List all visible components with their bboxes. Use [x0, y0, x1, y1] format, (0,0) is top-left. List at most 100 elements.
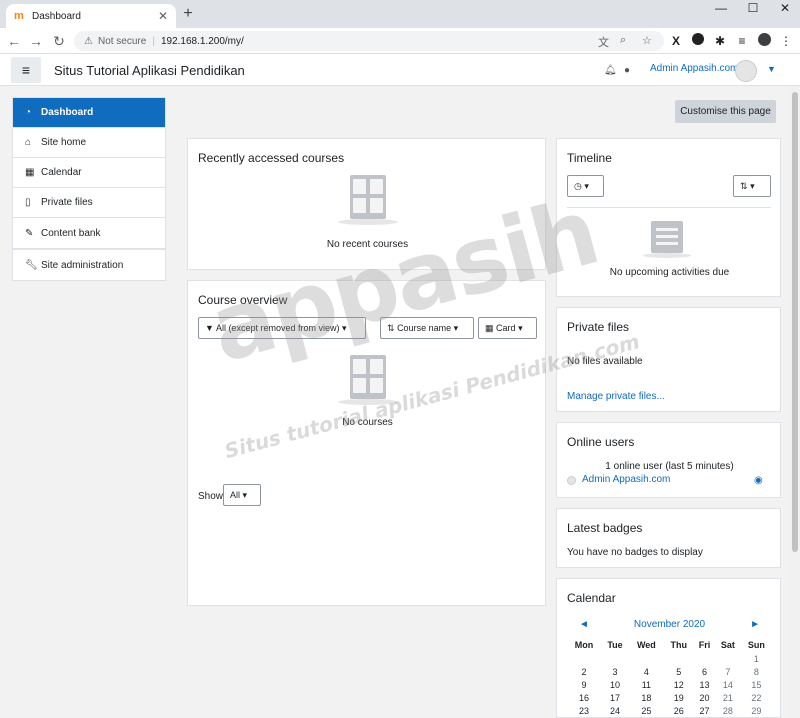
calendar-day[interactable]: 12 — [664, 678, 694, 691]
minimize-window-button[interactable]: — — [706, 0, 736, 18]
x-extension-icon[interactable]: X — [668, 33, 684, 49]
nav-drawer-admin: 🔧︎ Site administration — [12, 249, 166, 281]
sort-icon: ⇅ — [740, 181, 748, 191]
calendar-day[interactable]: 4 — [629, 665, 664, 678]
calendar-day[interactable]: 18 — [629, 691, 664, 704]
extensions-puzzle-icon[interactable]: ✱ — [712, 33, 728, 49]
calendar-day[interactable]: 19 — [664, 691, 694, 704]
sidebar-item-private-files[interactable]: ▯ Private files — [13, 188, 165, 218]
online-user-link[interactable]: Admin Appasih.com — [582, 474, 670, 485]
sidebar-item-label: Site administration — [41, 259, 124, 271]
calendar-week-row: 1 — [567, 652, 772, 665]
show-count-dropdown[interactable]: All ▾ — [223, 484, 261, 506]
course-sort-dropdown[interactable]: ⇅ Course name ▾ — [380, 317, 474, 339]
tab-title: Dashboard — [32, 10, 81, 22]
browser-tab-dashboard[interactable]: m Dashboard ✕ — [6, 4, 176, 28]
calendar-day[interactable]: 26 — [664, 704, 694, 717]
course-filter-dropdown[interactable]: ▼ All (except removed from view) ▾ — [198, 317, 366, 339]
calendar-month[interactable]: November 2020 — [634, 619, 705, 630]
timeline-filter-dropdown[interactable]: ◷ ▾ — [567, 175, 604, 197]
prev-month-arrow-icon[interactable]: ◄ — [579, 619, 589, 630]
calendar-day[interactable]: 22 — [741, 691, 772, 704]
bookmark-star-icon[interactable]: ☆ — [642, 34, 652, 47]
calendar-day[interactable]: 25 — [629, 704, 664, 717]
calendar-day — [629, 652, 664, 665]
calendar-day[interactable]: 11 — [629, 678, 664, 691]
course-overview-block: Course overview ▼ All (except removed fr… — [187, 280, 546, 606]
reload-button[interactable]: ↻ — [51, 33, 67, 49]
new-tab-button[interactable]: + — [180, 6, 196, 22]
maximize-window-button[interactable]: ☐ — [738, 0, 768, 18]
manage-private-files-link[interactable]: Manage private files... — [567, 391, 665, 402]
site-name[interactable]: Situs Tutorial Aplikasi Pendidikan — [54, 63, 245, 78]
close-window-button[interactable]: ✕ — [770, 0, 800, 18]
avatar[interactable] — [735, 60, 757, 82]
sidebar-item-content-bank[interactable]: ✎ Content bank — [13, 218, 165, 248]
chevron-down-icon[interactable]: ▼ — [767, 64, 776, 74]
timeline-sort-dropdown[interactable]: ⇅ ▾ — [733, 175, 771, 197]
reading-list-icon[interactable]: ≡ — [734, 33, 750, 49]
calendar-day — [664, 652, 694, 665]
back-button[interactable]: ← — [6, 33, 22, 49]
sidebar-item-site-home[interactable]: ⌂ Site home — [13, 128, 165, 158]
calendar-day[interactable]: 15 — [741, 678, 772, 691]
recent-courses-block: Recently accessed courses No recent cour… — [187, 138, 546, 270]
online-users-title: Online users — [567, 435, 635, 449]
zoom-icon[interactable]: ⌕ — [620, 34, 626, 47]
calendar-day[interactable]: 3 — [601, 665, 629, 678]
calendar-day[interactable]: 10 — [601, 678, 629, 691]
url-text: 192.168.1.200/my/ — [160, 35, 244, 47]
next-month-arrow-icon[interactable]: ► — [750, 619, 760, 630]
calendar-day[interactable]: 5 — [664, 665, 694, 678]
weekday-label: Fri — [698, 640, 711, 650]
calendar-day[interactable]: 16 — [567, 691, 601, 704]
calendar-day[interactable]: 13 — [694, 678, 715, 691]
dashboard-icon: ◔ — [25, 107, 32, 118]
sidebar-item-calendar[interactable]: ▦ Calendar — [13, 158, 165, 188]
calendar-day[interactable]: 9 — [567, 678, 601, 691]
customise-page-button[interactable]: Customise this page — [675, 100, 776, 123]
address-separator: | — [152, 35, 155, 47]
notifications-bell-icon[interactable]: 🔔︎ — [604, 65, 617, 76]
page-scrollbar-thumb[interactable] — [792, 92, 798, 552]
private-files-empty: No files available — [567, 356, 643, 367]
chevron-down-icon: ▾ — [342, 323, 347, 333]
calendar-days: 1 2 3 4 5 6 7 8 9 10 11 12 13 14 15 16 17 18 19 20 21 22 23 24 2… — [567, 652, 772, 717]
sidebar-item-dashboard[interactable]: ◔ Dashboard — [13, 98, 165, 128]
calendar-day[interactable]: 1 — [741, 652, 772, 665]
calendar-day[interactable]: 14 — [715, 678, 741, 691]
calendar-day[interactable]: 24 — [601, 704, 629, 717]
calendar-day — [715, 652, 741, 665]
moodle-favicon-icon: m — [14, 10, 24, 22]
address-bar[interactable]: ⚠ Not secure | 192.168.1.200/my/ 文 ⌕ ☆ — [74, 31, 664, 51]
timeline-block: Timeline ◷ ▾ ⇅ ▾ No upcoming activities … — [556, 138, 781, 297]
calendar-day[interactable]: 27 — [694, 704, 715, 717]
calendar-day[interactable]: 21 — [715, 691, 741, 704]
calendar-day[interactable]: 8 — [741, 665, 772, 678]
profile-icon[interactable] — [756, 33, 772, 49]
user-menu-name[interactable]: Admin Appasih.com — [650, 63, 738, 74]
recent-courses-empty: No recent courses — [326, 239, 409, 250]
sidebar-item-site-administration[interactable]: 🔧︎ Site administration — [13, 250, 165, 280]
eye-icon[interactable]: ◉ — [754, 475, 763, 486]
calendar-day[interactable]: 29 — [741, 704, 772, 717]
browser-menu-icon[interactable]: ⋮ — [778, 33, 794, 49]
translate-icon[interactable]: 文 — [598, 34, 609, 50]
calendar-day[interactable]: 17 — [601, 691, 629, 704]
extension-badge-icon[interactable] — [690, 33, 706, 49]
brush-icon: ✎ — [25, 227, 34, 239]
sidebar-item-label: Private files — [41, 197, 93, 208]
calendar-day[interactable]: 28 — [715, 704, 741, 717]
forward-button[interactable]: → — [28, 33, 44, 49]
course-view-dropdown[interactable]: ▦ Card ▾ — [478, 317, 537, 339]
calendar-day[interactable]: 2 — [567, 665, 601, 678]
messages-icon[interactable]: ● — [624, 65, 630, 76]
calendar-day[interactable]: 7 — [715, 665, 741, 678]
calendar-day[interactable]: 20 — [694, 691, 715, 704]
calendar-day[interactable]: 6 — [694, 665, 715, 678]
tab-close-icon[interactable]: ✕ — [158, 9, 168, 23]
timeline-title: Timeline — [567, 151, 612, 165]
sidebar-item-label: Calendar — [41, 167, 82, 178]
calendar-day[interactable]: 23 — [567, 704, 601, 717]
drawer-toggle-button[interactable]: ≡ — [11, 57, 41, 83]
